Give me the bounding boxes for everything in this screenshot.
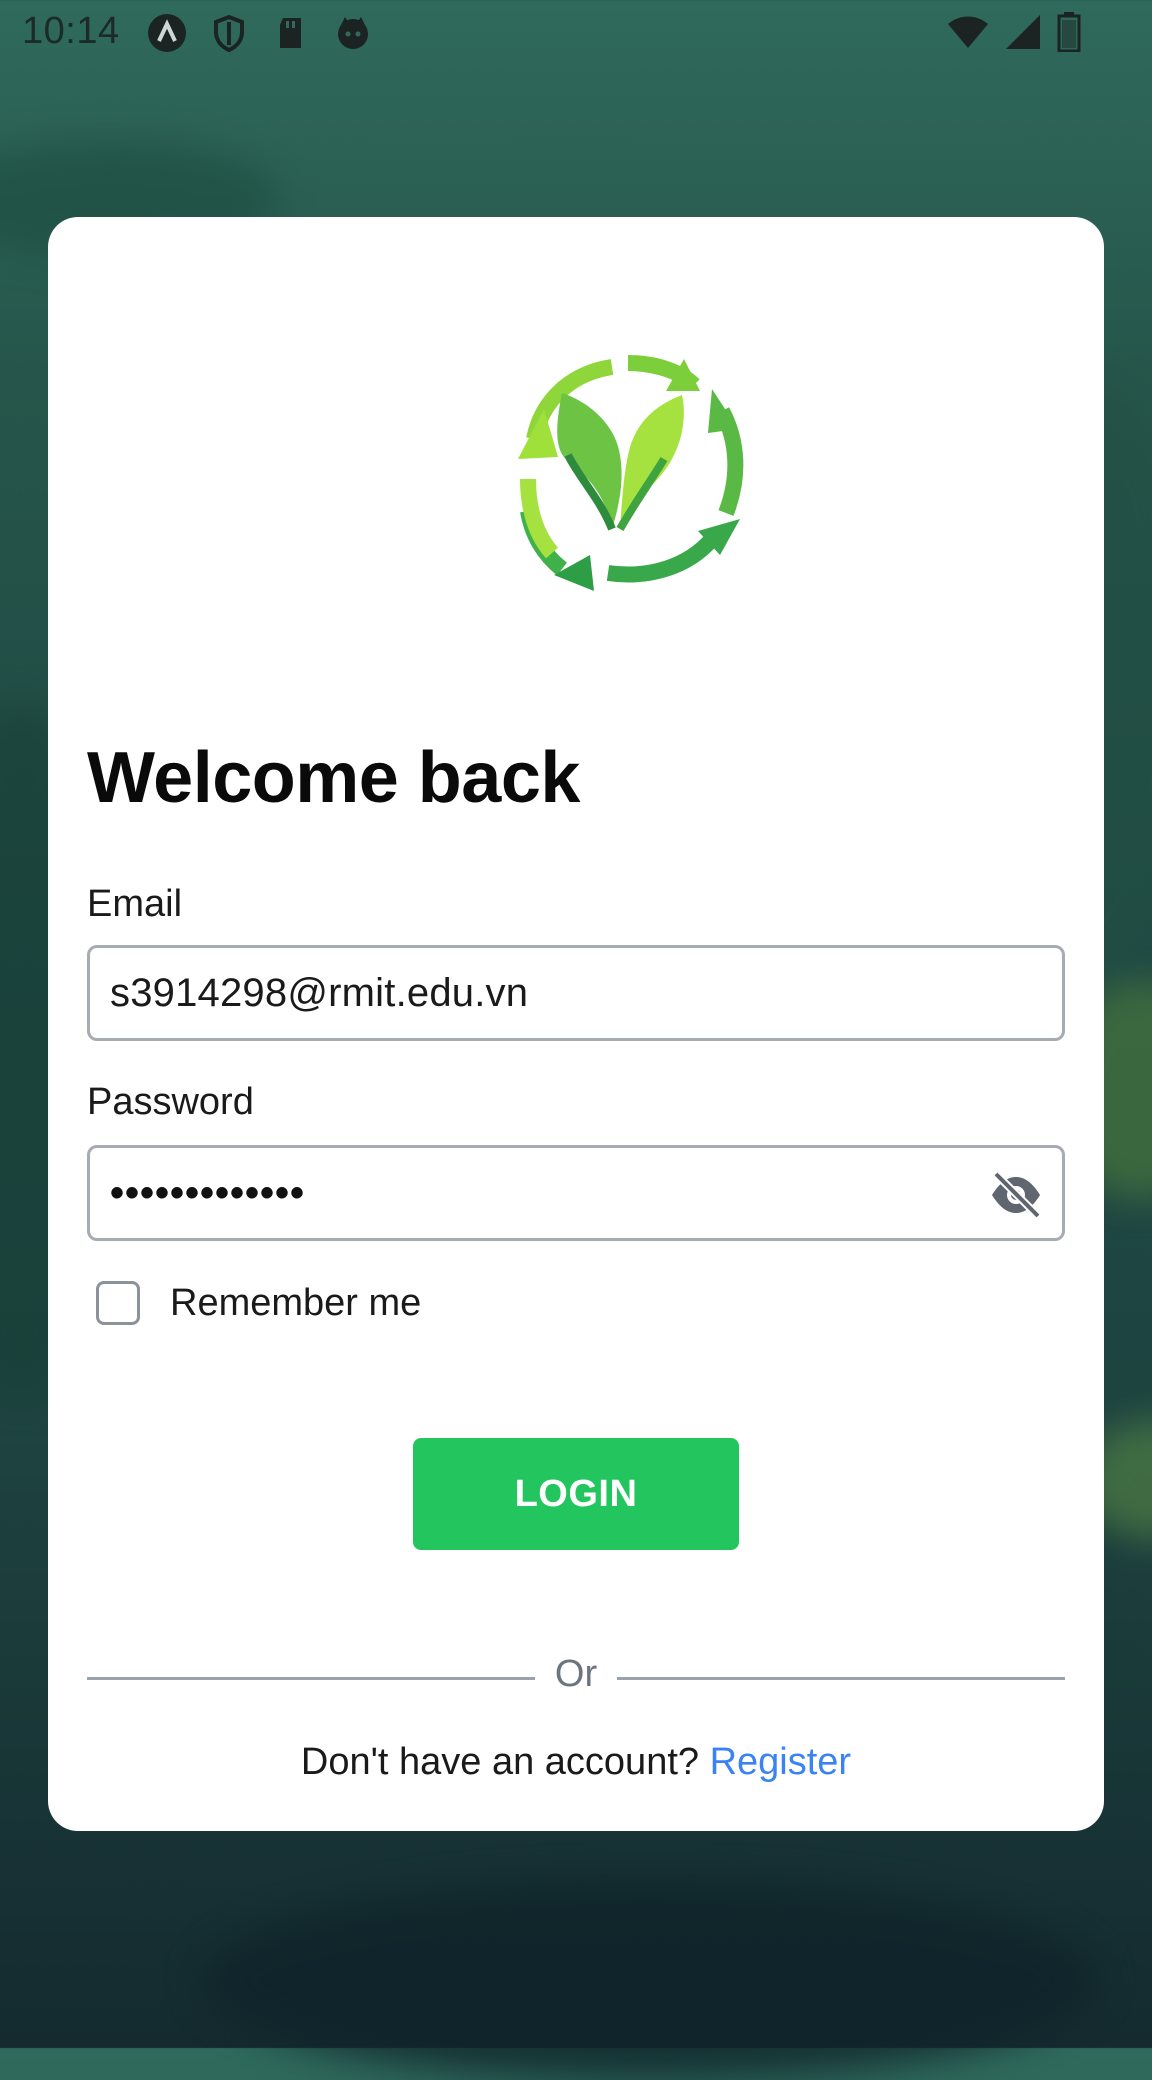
password-field[interactable]: •••••••••••••: [87, 1145, 1065, 1241]
login-card: Welcome back Email s3914298@rmit.edu.vn …: [48, 217, 1104, 1831]
status-time: 10:14: [22, 10, 120, 52]
email-field[interactable]: s3914298@rmit.edu.vn: [87, 945, 1065, 1041]
divider-line-right: [617, 1677, 1065, 1680]
battery-icon: [1056, 12, 1082, 57]
page-title: Welcome back: [87, 738, 580, 818]
login-button[interactable]: LOGIN: [413, 1438, 739, 1550]
divider-line-left: [87, 1677, 535, 1680]
register-row: Don't have an account? Register: [48, 1741, 1104, 1784]
shield-icon: [208, 12, 250, 54]
password-value: •••••••••••••: [110, 1170, 306, 1215]
app-a-icon: [146, 12, 188, 54]
cat-icon: [332, 12, 374, 54]
wifi-icon: [946, 14, 990, 55]
remember-me-label: Remember me: [170, 1281, 422, 1324]
sd-card-icon: [270, 12, 312, 54]
status-bar: 10:14: [0, 0, 1152, 66]
eye-off-icon[interactable]: [988, 1170, 1044, 1220]
register-prompt: Don't have an account?: [300, 1741, 700, 1783]
or-divider: Or: [87, 1649, 1065, 1709]
status-notification-icons: [146, 12, 374, 54]
recycle-leaf-logo: [488, 329, 760, 601]
remember-me-row[interactable]: Remember me: [96, 1281, 421, 1325]
register-link[interactable]: Register: [710, 1741, 852, 1783]
password-label: Password: [87, 1081, 254, 1123]
divider-text: Or: [554, 1653, 598, 1695]
signal-icon: [1004, 13, 1042, 56]
status-system-icons: [946, 12, 1082, 57]
email-value: s3914298@rmit.edu.vn: [110, 970, 529, 1015]
email-label: Email: [87, 883, 183, 925]
remember-me-checkbox[interactable]: [96, 1281, 140, 1325]
